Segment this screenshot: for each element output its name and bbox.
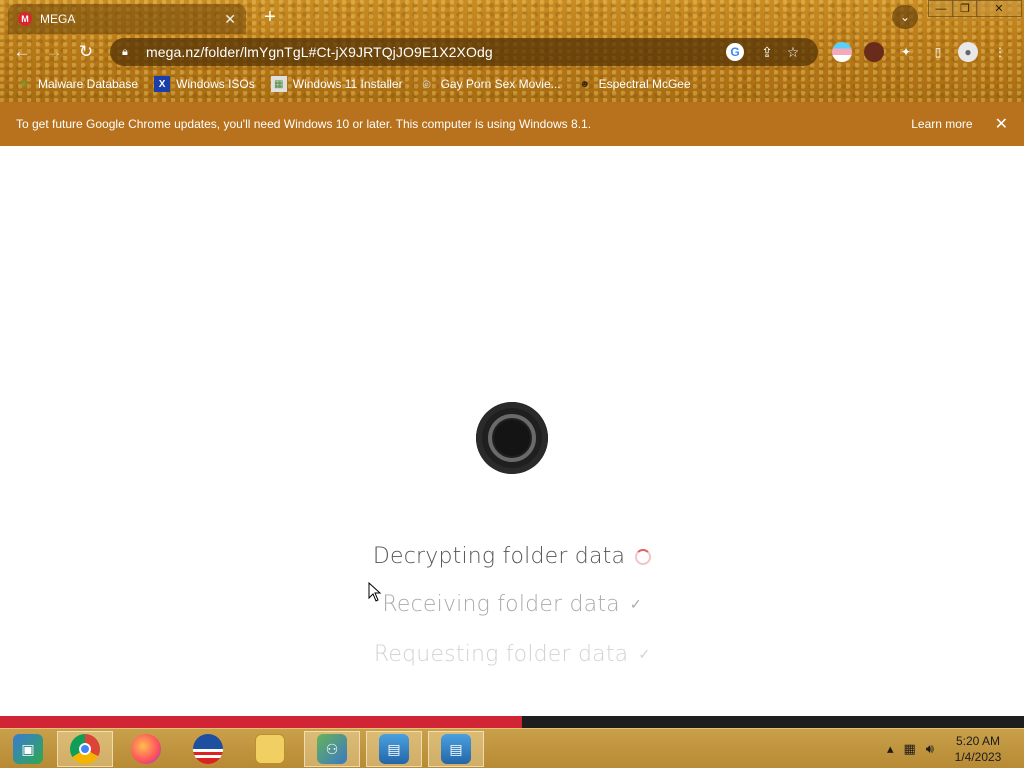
taskbar-network[interactable]: ⚇ [304, 731, 360, 767]
taskbar-firefox[interactable] [118, 731, 174, 767]
desktop-icon: ▣ [13, 734, 43, 764]
loading-progress-bar [0, 716, 1024, 728]
step-label: Receiving folder data [382, 592, 620, 617]
reload-button[interactable]: ↻ [74, 40, 98, 64]
clock-date: 1/4/2023 [954, 750, 1002, 764]
close-window-button[interactable]: ✕ [976, 0, 1022, 17]
tab-mega[interactable]: M MEGA ✕ [8, 4, 246, 34]
extension-avatar-icon[interactable] [864, 42, 884, 62]
learn-more-link[interactable]: Learn more [911, 117, 972, 131]
bookmark-windows-isos[interactable]: X Windows ISOs [154, 76, 255, 92]
page-content: Decrypting folder data Receiving folder … [0, 146, 1024, 716]
bookmark-star-icon[interactable]: ☆ [780, 44, 806, 61]
tab-search-button[interactable]: ⌄ [892, 5, 918, 29]
checkmark-icon: ✓ [638, 647, 651, 663]
film-icon: ◎ [422, 78, 431, 90]
volume-icon[interactable]: 🔊︎ [926, 741, 934, 757]
bookmark-malware-database[interactable]: ❦ Malware Database [16, 76, 138, 92]
reload-icon: ↻ [78, 42, 94, 61]
network-icon: ⚇ [317, 734, 347, 764]
taskbar-file-explorer[interactable] [242, 731, 298, 767]
google-icon[interactable]: G [726, 43, 744, 61]
clock-time: 5:20 AM [955, 734, 1001, 748]
minimize-button[interactable]: — [928, 0, 954, 17]
back-button[interactable]: ← [10, 40, 34, 64]
chevron-up-icon[interactable]: ▴ [887, 741, 894, 757]
bookmarks-bar: ❦ Malware Database X Windows ISOs ▦ Wind… [0, 72, 1024, 96]
bookmark-label: Windows ISOs [176, 77, 255, 91]
remote-desktop-icon: ▤ [441, 734, 471, 764]
taskbar-remote-desktop-2[interactable]: ▤ [428, 731, 484, 767]
bookmark-label: Malware Database [38, 77, 139, 91]
infobar-message: To get future Google Chrome updates, you… [16, 117, 592, 131]
bookmark-label: Windows 11 Installer [292, 77, 403, 91]
loading-step-decrypting: Decrypting folder data [0, 544, 1024, 569]
extension-flag-icon[interactable] [832, 42, 852, 62]
chrome-icon [70, 734, 100, 764]
remote-desktop-icon: ▤ [379, 734, 409, 764]
image-icon: ▦ [270, 76, 287, 92]
taskbar: ▣ ⚇ ▤ ▤ ▴ ▦ 🔊︎ 5:20 AM 1/4/2023 [0, 728, 1024, 768]
arrow-right-icon: → [45, 42, 63, 61]
progress-fill [0, 716, 523, 728]
address-bar[interactable]: 🔒︎ mega.nz/folder/lmYgnTgL#Ct-jX9JRTQjJO… [110, 38, 818, 66]
new-tab-button[interactable]: + [260, 6, 280, 29]
avatar-icon: ☻ [579, 78, 590, 90]
lock-icon: 🔒︎ [122, 45, 128, 58]
update-infobar: To get future Google Chrome updates, you… [0, 102, 1024, 146]
tab-title: MEGA [40, 12, 76, 26]
toolbar: ← → ↻ 🔒︎ mega.nz/folder/lmYgnTgL#Ct-jX9J… [0, 36, 1024, 68]
loading-step-receiving: Receiving folder data ✓ [0, 592, 1024, 617]
arrow-left-icon: ← [13, 42, 31, 61]
extensions-puzzle-icon[interactable]: ✦ [896, 42, 916, 62]
bookmark-espectral-mcgee[interactable]: ☻ Espectral McGee [577, 76, 691, 92]
bookmark-windows-11-installer[interactable]: ▦ Windows 11 Installer [270, 76, 403, 92]
infobar-close-icon[interactable]: ✕ [995, 114, 1008, 134]
network-tray-icon[interactable]: ▦ [904, 741, 916, 757]
obama-icon [193, 734, 223, 764]
menu-kebab-icon[interactable]: ⋮ [990, 42, 1010, 62]
mega-favicon-icon: M [18, 12, 32, 26]
browser-frame: M MEGA ✕ + ⌄ — ❐ ✕ ← → ↻ 🔒︎ mega.nz/fold… [0, 0, 1024, 102]
step-label: Requesting folder data [373, 642, 629, 667]
bookmark-label: Espectral McGee [598, 77, 691, 91]
taskbar-desktop[interactable]: ▣ [0, 731, 56, 767]
chevron-down-icon: ⌄ [899, 10, 911, 24]
taskbar-remote-desktop-1[interactable]: ▤ [366, 731, 422, 767]
forward-button[interactable]: → [42, 40, 66, 64]
system-tray: ▴ ▦ 🔊︎ 5:20 AM 1/4/2023 [887, 729, 1024, 768]
bookmark-label: Gay Porn Sex Movie... [440, 77, 561, 91]
step-label: Decrypting folder data [372, 544, 626, 569]
taskbar-chrome[interactable] [57, 731, 113, 767]
x-icon: X [154, 76, 171, 92]
bookmark-gay-porn-sex-movie[interactable]: ◎ Gay Porn Sex Movie... [419, 76, 561, 92]
restore-button[interactable]: ❐ [952, 0, 978, 17]
share-icon[interactable]: ⇪ [754, 44, 780, 61]
leaf-icon: ❦ [19, 78, 29, 90]
loading-step-requesting: Requesting folder data ✓ [0, 642, 1024, 667]
mega-loading-logo [476, 402, 548, 474]
clock[interactable]: 5:20 AM 1/4/2023 [944, 733, 1012, 765]
taskbar-obama[interactable] [180, 731, 236, 767]
url-text: mega.nz/folder/lmYgnTgL#Ct-jX9JRTQjJO9E1… [146, 44, 493, 60]
profile-icon[interactable]: ● [958, 42, 978, 62]
side-panel-icon[interactable]: ▯ [928, 42, 948, 62]
checkmark-icon: ✓ [629, 597, 642, 613]
firefox-icon [131, 734, 161, 764]
file-explorer-icon [255, 734, 285, 764]
tab-close-icon[interactable]: ✕ [224, 11, 236, 28]
spinner-icon [635, 549, 652, 565]
